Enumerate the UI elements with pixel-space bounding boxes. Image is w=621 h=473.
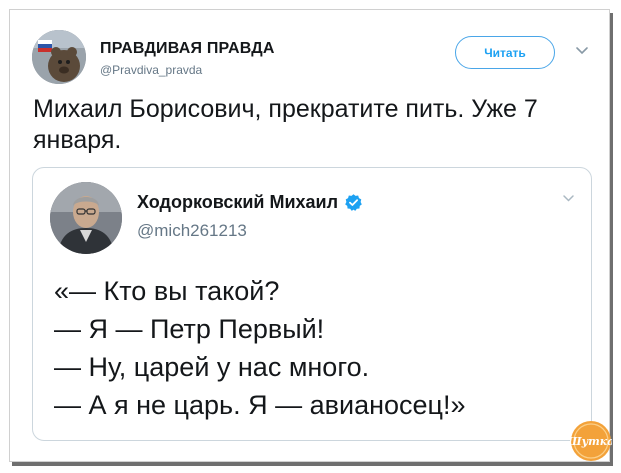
quote-line: — А я не царь. Я — авианосец!» [54, 390, 466, 420]
author-avatar[interactable] [32, 30, 86, 84]
follow-button[interactable]: Читать [455, 36, 555, 69]
chevron-down-icon[interactable] [575, 46, 589, 56]
quote-line: «— Кто вы такой? [54, 276, 280, 306]
tweet-card: ПРАВДИВАЯ ПРАВДА @Pravdiva_pravda Читать… [9, 9, 612, 462]
quote-line: — Ну, царей у нас много. [54, 352, 370, 382]
quoted-tweet[interactable]: Ходорковский Михаил @mich261213 «— Кто в… [32, 167, 592, 441]
verified-badge-icon [345, 194, 362, 211]
quoted-tweet-text: «— Кто вы такой? — Я — Петр Первый! — Ну… [54, 272, 466, 424]
watermark-logo: Шутка [570, 421, 612, 461]
tweet-text-line: января. [33, 126, 122, 154]
svg-text:Шутка: Шутка [570, 435, 612, 448]
quoted-author-handle[interactable]: @mich261213 [137, 221, 247, 241]
tweet-text-line: Михаил Борисович, прекратите пить. Уже 7 [33, 95, 538, 123]
author-name[interactable]: ПРАВДИВАЯ ПРАВДА [100, 40, 275, 58]
quoted-author-name[interactable]: Ходорковский Михаил [137, 192, 338, 213]
tweet-text: Михаил Борисович, прекратите пить. Уже 7… [33, 94, 593, 156]
quoted-author-avatar[interactable] [50, 182, 122, 254]
chevron-down-icon[interactable] [562, 194, 575, 203]
author-handle[interactable]: @Pravdiva_pravda [100, 63, 202, 77]
quote-line: — Я — Петр Первый! [54, 314, 325, 344]
